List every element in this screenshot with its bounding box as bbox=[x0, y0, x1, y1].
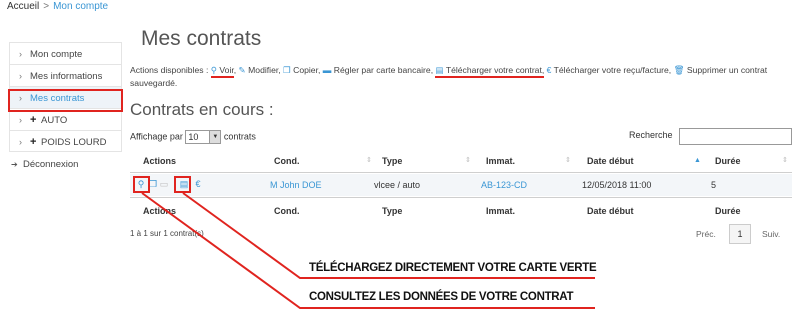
euro-icon: € bbox=[546, 65, 552, 75]
col-header-date-debut[interactable]: Date début bbox=[587, 150, 634, 172]
table-header-row: Actions Cond. ⇕ Type ⇕ Immat. ⇕ Date déb… bbox=[130, 150, 792, 172]
cell-date-debut: 12/05/2018 11:00 bbox=[582, 180, 652, 190]
plus-icon: + bbox=[30, 136, 37, 148]
col-header-duree[interactable]: Durée bbox=[715, 150, 741, 172]
col-footer-cond: Cond. bbox=[274, 206, 300, 216]
col-footer-duree: Durée bbox=[715, 206, 741, 216]
pdf-file-icon: ▤ bbox=[435, 65, 444, 75]
sort-icon: ⇕ bbox=[565, 157, 571, 164]
table-footer-row: Actions Cond. Type Immat. Date début Dur… bbox=[130, 200, 792, 222]
sidebar-item-mes-informations[interactable]: › Mes informations bbox=[9, 64, 122, 86]
col-header-type[interactable]: Type bbox=[382, 150, 402, 172]
chevron-down-icon: ▼ bbox=[209, 131, 221, 143]
sort-icon: ⇕ bbox=[366, 157, 372, 164]
col-header-cond[interactable]: Cond. bbox=[274, 150, 300, 172]
chevron-right-icon: › bbox=[19, 49, 22, 59]
breadcrumb-separator: > bbox=[43, 1, 50, 12]
sort-icon: ⇕ bbox=[465, 157, 471, 164]
col-footer-date-debut: Date début bbox=[587, 206, 634, 216]
credit-card-icon[interactable]: ▭ bbox=[159, 179, 169, 190]
cell-duree: 5 bbox=[711, 180, 717, 190]
header-divider bbox=[130, 172, 792, 173]
table-row: ⚲ ❐ ▭ ▤ € M John DOE vlcee / auto AB-123… bbox=[130, 174, 792, 196]
search-input[interactable] bbox=[679, 128, 792, 145]
pagination-page-1[interactable]: 1 bbox=[729, 224, 751, 244]
breadcrumb: Accueil > Mon compte bbox=[7, 1, 108, 12]
plus-icon: + bbox=[30, 114, 37, 126]
highlight-box-voir bbox=[133, 176, 150, 193]
cell-type: vlcee / auto bbox=[374, 180, 421, 190]
cell-cond[interactable]: M John DOE bbox=[270, 174, 322, 196]
breadcrumb-home-link[interactable]: Accueil bbox=[7, 1, 39, 12]
breadcrumb-current-link[interactable]: Mon compte bbox=[53, 1, 108, 12]
pagination-prev[interactable]: Préc. bbox=[696, 224, 716, 244]
col-header-actions[interactable]: Actions bbox=[143, 150, 176, 172]
annotation-consultez: CONSULTEZ LES DONNÉES DE VOTRE CONTRAT bbox=[309, 291, 574, 303]
credit-card-icon: ▬ bbox=[322, 65, 332, 75]
col-footer-type: Type bbox=[382, 206, 403, 216]
chevron-right-icon: › bbox=[19, 71, 22, 81]
copy-icon: ❐ bbox=[283, 65, 291, 75]
edit-icon: ✎ bbox=[238, 65, 246, 75]
euro-icon[interactable]: € bbox=[193, 179, 203, 190]
pagination-next[interactable]: Suiv. bbox=[762, 224, 780, 244]
table-info: 1 à 1 sur 1 contrat(s) bbox=[130, 229, 204, 238]
row-divider bbox=[130, 197, 792, 198]
highlight-box-mes-contrats bbox=[8, 89, 123, 112]
highlight-box-telecharger bbox=[174, 176, 191, 193]
sort-asc-icon: ▲ bbox=[694, 157, 701, 164]
chevron-right-icon: › bbox=[19, 115, 22, 125]
sidebar-item-mon-compte[interactable]: › Mon compte bbox=[9, 42, 122, 64]
search-label: Recherche bbox=[629, 130, 673, 140]
logout-link[interactable]: ➔ Déconnexion bbox=[9, 154, 122, 176]
sidebar-item-poids-lourd[interactable]: › + POIDS LOURD bbox=[9, 130, 122, 152]
logout-icon: ➔ bbox=[11, 160, 18, 169]
page-title: Mes contrats bbox=[141, 27, 262, 50]
trash-icon: 🗑 bbox=[673, 65, 685, 75]
page-length-control: Affichage par 10 ▼ contrats bbox=[130, 130, 256, 144]
sort-icon: ⇕ bbox=[782, 157, 788, 164]
col-header-immat[interactable]: Immat. bbox=[486, 150, 515, 172]
cell-immat[interactable]: AB-123-CD bbox=[481, 174, 527, 196]
col-footer-immat: Immat. bbox=[486, 206, 516, 216]
section-title: Contrats en cours : bbox=[130, 100, 274, 119]
voir-legend-item: ⚲ Voir bbox=[210, 65, 234, 78]
search-icon: ⚲ bbox=[210, 65, 218, 75]
page-length-select[interactable]: 10 ▼ bbox=[185, 130, 222, 144]
chevron-right-icon: › bbox=[19, 137, 22, 147]
col-footer-actions: Actions bbox=[143, 206, 177, 216]
telecharger-contrat-legend-item: ▤ Télécharger votre contrat, bbox=[435, 65, 545, 78]
annotation-carte-verte: TÉLÉCHARGEZ DIRECTEMENT VOTRE CARTE VERT… bbox=[309, 262, 597, 274]
actions-legend: Actions disponibles : ⚲ Voir, ✎ Modifier… bbox=[130, 65, 768, 88]
